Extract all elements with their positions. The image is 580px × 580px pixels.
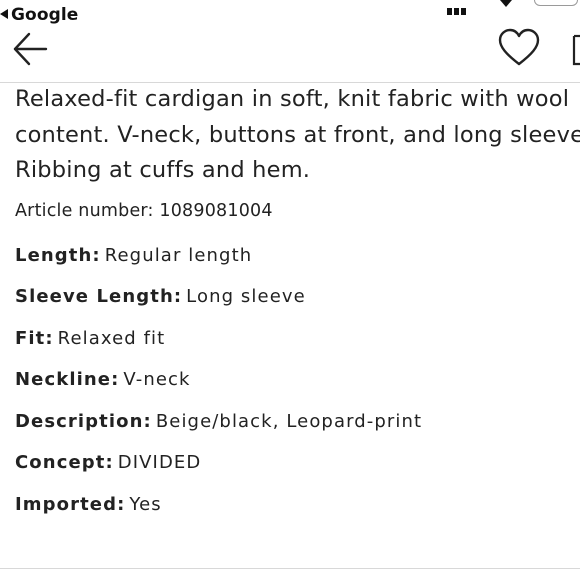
back-app-label: Google <box>11 5 79 25</box>
article-number: Article number: 1089081004 <box>15 200 273 221</box>
spec-value: Long sleeve <box>186 286 306 307</box>
status-bar: Google <box>0 0 580 28</box>
arrow-left-icon[interactable] <box>12 31 48 67</box>
product-details-screen: Google Relaxed-fit cardigan in soft, kni… <box>0 0 580 580</box>
spec-label: Neckline: <box>15 369 120 390</box>
spec-row-sleeve-length: Sleeve Length: Long sleeve <box>15 286 580 328</box>
description-line: Ribbing at cuffs and hem. <box>15 157 311 183</box>
spec-label: Sleeve Length: <box>15 286 183 307</box>
spec-value: V-neck <box>123 369 191 390</box>
spec-label: Imported: <box>15 493 126 515</box>
back-triangle-icon <box>0 9 8 19</box>
spec-label: Concept: <box>15 452 114 473</box>
product-details: Relaxed-fit cardigan in soft, knit fabri… <box>15 82 580 535</box>
cellular-signal-icon <box>447 0 471 15</box>
shopping-bag-icon[interactable] <box>566 34 580 68</box>
spec-row-imported: Imported: Yes <box>15 494 580 536</box>
spec-row-neckline: Neckline: V-neck <box>15 369 580 411</box>
bottom-divider <box>0 568 580 569</box>
spec-value: DIVIDED <box>117 452 202 473</box>
top-navigation-bar <box>0 28 580 83</box>
heart-icon[interactable] <box>498 28 540 68</box>
spec-value: Beige/black, Leopard-print <box>155 410 423 432</box>
wifi-icon <box>500 0 512 7</box>
spec-value: Regular length <box>104 244 253 266</box>
spec-label: Length: <box>15 244 101 266</box>
back-to-app-link[interactable]: Google <box>0 5 78 25</box>
spec-list: Length: Regular length Sleeve Length: Long… <box>15 245 580 536</box>
spec-row-concept: Concept: DIVIDED <box>15 452 580 494</box>
battery-icon <box>534 0 578 6</box>
spec-value: Yes <box>129 493 162 515</box>
product-description: Relaxed-fit cardigan in soft, knit fabri… <box>15 82 580 189</box>
spec-label: Description: <box>15 410 152 432</box>
spec-row-fit: Fit: Relaxed fit <box>15 328 580 370</box>
spec-label: Fit: <box>15 327 54 349</box>
spec-value: Relaxed fit <box>57 327 166 349</box>
description-line: Relaxed-fit cardigan in soft, knit fabri… <box>15 86 570 112</box>
description-line: content. V-neck, buttons at front, and l… <box>15 121 580 148</box>
spec-row-length: Length: Regular length <box>15 245 580 287</box>
spec-row-description: Description: Beige/black, Leopard-print <box>15 411 580 453</box>
